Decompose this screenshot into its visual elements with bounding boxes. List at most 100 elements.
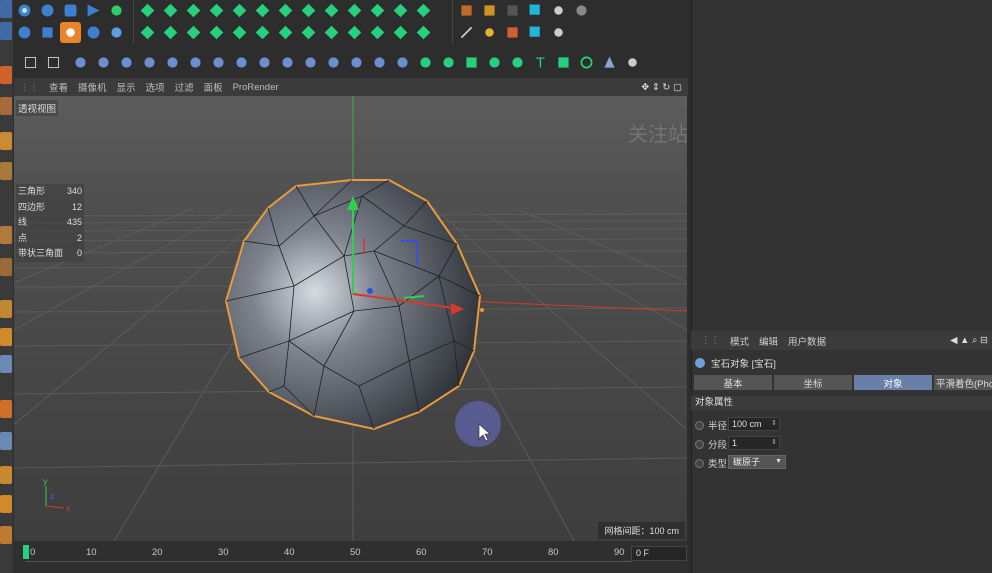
jiggle-icon[interactable] [413,0,434,21]
layout-icon[interactable] [43,52,64,73]
animate-radio[interactable] [695,458,704,468]
deformer-icon[interactable] [367,22,388,43]
shatter-icon[interactable] [321,0,342,21]
spline-wrap-icon[interactable] [367,0,388,21]
ffd-icon[interactable] [252,0,273,21]
tool-button[interactable] [0,355,12,373]
stepper-icon[interactable]: ⇕ [771,418,777,430]
deformer-icon[interactable] [252,22,273,43]
explosion-icon[interactable] [275,0,296,21]
deformer-icon[interactable] [160,22,181,43]
spiral-icon[interactable] [576,52,597,73]
deformer-icon[interactable] [413,22,434,43]
tool-button[interactable] [0,0,12,18]
cube-icon[interactable] [502,0,523,21]
display-icon[interactable] [525,0,546,21]
viewport-nav-icons[interactable]: ✥ ⇕ ↻ ▢ [641,82,682,93]
gear-icon[interactable] [548,0,569,21]
material-icon[interactable] [456,0,477,21]
deformer-icon[interactable] [390,22,411,43]
weld-icon[interactable] [162,52,183,73]
link-icon[interactable] [323,52,344,73]
animate-radio[interactable] [695,439,704,449]
tool-button[interactable] [0,432,12,450]
tab-coord[interactable]: 坐标 [774,375,852,390]
picture-icon[interactable] [502,22,523,43]
animate-radio[interactable] [695,420,704,430]
shear-icon[interactable] [183,0,204,21]
gear-icon[interactable] [548,22,569,43]
iron-icon[interactable] [231,52,252,73]
taper-icon[interactable] [206,0,227,21]
smooth-icon[interactable] [208,52,229,73]
cube-primitive-icon[interactable] [14,0,35,21]
sphere-primitive-icon[interactable] [37,0,58,21]
deformer-icon[interactable] [137,22,158,43]
tool-button[interactable] [0,258,12,276]
menu-item-edit[interactable]: 编辑 [759,334,778,348]
pin-icon[interactable] [346,52,367,73]
display-icon[interactable] [525,22,546,43]
brush-icon[interactable] [456,22,477,43]
deformer-icon[interactable] [229,22,250,43]
stepper-icon[interactable]: ⇕ [771,437,777,449]
tab-object[interactable]: 对象 [854,375,932,390]
nav-icons[interactable]: ◀ ▲ ⌕ ⊟ [950,335,988,346]
tab-phong[interactable]: 平滑着色(Pho [934,375,992,390]
tab-basic[interactable]: 基本 [694,375,772,390]
deformer-icon[interactable] [321,22,342,43]
menu-item-options[interactable]: 选项 [146,80,165,94]
sky-icon[interactable] [83,22,104,43]
bridge-icon[interactable] [93,52,114,73]
cube-icon[interactable] [37,22,58,43]
tool-button[interactable] [0,300,12,318]
deformer-icon[interactable] [298,22,319,43]
brush-icon[interactable] [254,52,275,73]
type-dropdown[interactable]: 碳原子 ▼ [728,455,786,469]
tool-button[interactable] [0,132,12,150]
wrap-icon[interactable] [390,0,411,21]
globe-icon[interactable] [392,52,413,73]
tool-button[interactable] [0,328,12,346]
correction-icon[interactable] [344,0,365,21]
tool-button[interactable] [0,226,12,244]
tool-button[interactable] [0,97,12,115]
light-icon[interactable] [479,22,500,43]
clean-icon[interactable] [622,52,643,73]
radius-field[interactable]: 100 cm ⇕ [728,417,780,431]
menu-item-mode[interactable]: 模式 [730,334,749,348]
structure-icon[interactable] [20,52,41,73]
magnet-icon[interactable] [185,52,206,73]
tool-button[interactable] [0,400,12,418]
camera-icon[interactable] [60,22,81,43]
bend-icon[interactable] [137,0,158,21]
menu-item-filter[interactable]: 过滤 [175,80,194,94]
cone-icon[interactable] [599,52,620,73]
playhead[interactable] [23,545,29,559]
segments-field[interactable]: 1 ⇕ [728,436,780,450]
hair-icon[interactable] [507,52,528,73]
extrude-icon[interactable] [83,0,104,21]
bulge-icon[interactable] [160,0,181,21]
deformer-icon[interactable] [183,22,204,43]
twist-icon[interactable] [229,0,250,21]
tool-button[interactable] [0,526,12,544]
melt-icon[interactable] [298,0,319,21]
subdivision-icon[interactable] [60,0,81,21]
leaf-icon[interactable] [484,52,505,73]
sphere-icon[interactable] [571,0,592,21]
extrude-inner-icon[interactable] [139,52,160,73]
gear-icon[interactable] [415,52,436,73]
perspective-viewport[interactable]: y x z 透视视图 关注站酷/B站：尚同墨方 三角形 340 四边形 12 线 43… [14,96,687,541]
disc-icon[interactable] [14,22,35,43]
cut-icon[interactable] [300,52,321,73]
knife-icon[interactable] [116,52,137,73]
cube-icon[interactable] [461,52,482,73]
current-frame-field[interactable]: 0 F [631,546,687,561]
text-icon[interactable]: T [530,52,551,73]
timeline[interactable]: 0 10 20 30 40 50 60 70 80 90 0 F [14,541,688,573]
gear-icon[interactable] [106,0,127,21]
light-icon[interactable] [106,22,127,43]
clock-icon[interactable] [369,52,390,73]
menu-item-camera[interactable]: 摄像机 [78,80,107,94]
